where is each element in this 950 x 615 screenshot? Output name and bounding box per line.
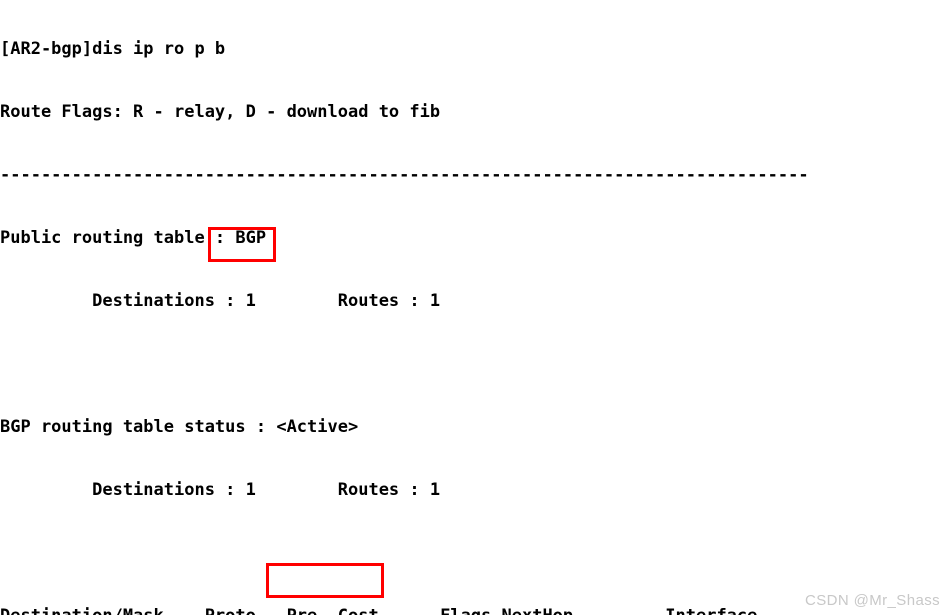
- console-line: [AR2-bgp]dis ip ro p b: [0, 39, 226, 59]
- console-line: Route Flags: R - relay, D - download to …: [0, 102, 441, 122]
- console-separator: ----------------------------------------…: [0, 165, 809, 185]
- console-line: Destinations : 1 Routes : 1: [0, 291, 441, 311]
- watermark: CSDN @Mr_Shass: [804, 592, 940, 609]
- console-line: BGP routing table status : <Active>: [0, 417, 359, 437]
- terminal-window[interactable]: [AR2-bgp]dis ip ro p b Route Flags: R - …: [0, 0, 950, 615]
- console-line: Destinations : 1 Routes : 1: [0, 480, 441, 500]
- console-line: Public routing table : BGP: [0, 228, 267, 248]
- console-output: [AR2-bgp]dis ip ro p b Route Flags: R - …: [0, 0, 950, 615]
